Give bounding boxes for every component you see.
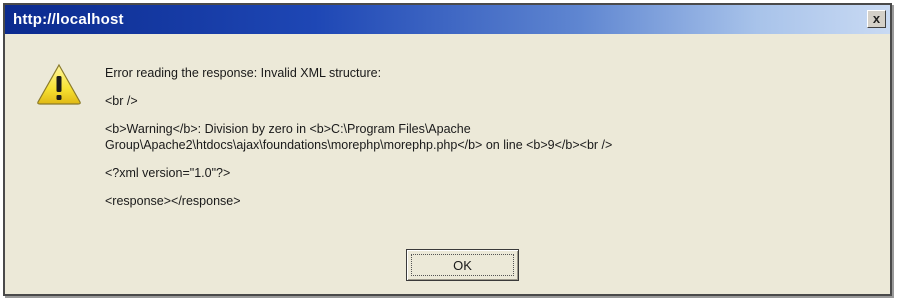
message-line-response: <response></response> — [105, 194, 241, 208]
message-line-xml-decl: <?xml version="1.0"?> — [105, 166, 231, 180]
ok-button[interactable]: OK — [406, 249, 519, 281]
message-line-br: <br /> — [105, 94, 138, 108]
close-button[interactable]: x — [867, 10, 886, 28]
warning-triangle-icon — [37, 63, 81, 105]
ok-button-label: OK — [453, 257, 472, 273]
window-title: http://localhost — [13, 11, 124, 28]
message-line-path: Group\Apache2\htdocs\ajax\foundations\mo… — [105, 138, 613, 152]
message-line-warning: <b>Warning</b>: Division by zero in <b>C… — [105, 122, 471, 136]
message-text: Error reading the response: Invalid XML … — [105, 65, 865, 209]
alert-dialog: http://localhost x Error reading the res… — [3, 3, 892, 296]
title-bar[interactable]: http://localhost x — [5, 5, 890, 34]
close-icon: x — [872, 11, 881, 26]
message-line-error: Error reading the response: Invalid XML … — [105, 66, 382, 80]
